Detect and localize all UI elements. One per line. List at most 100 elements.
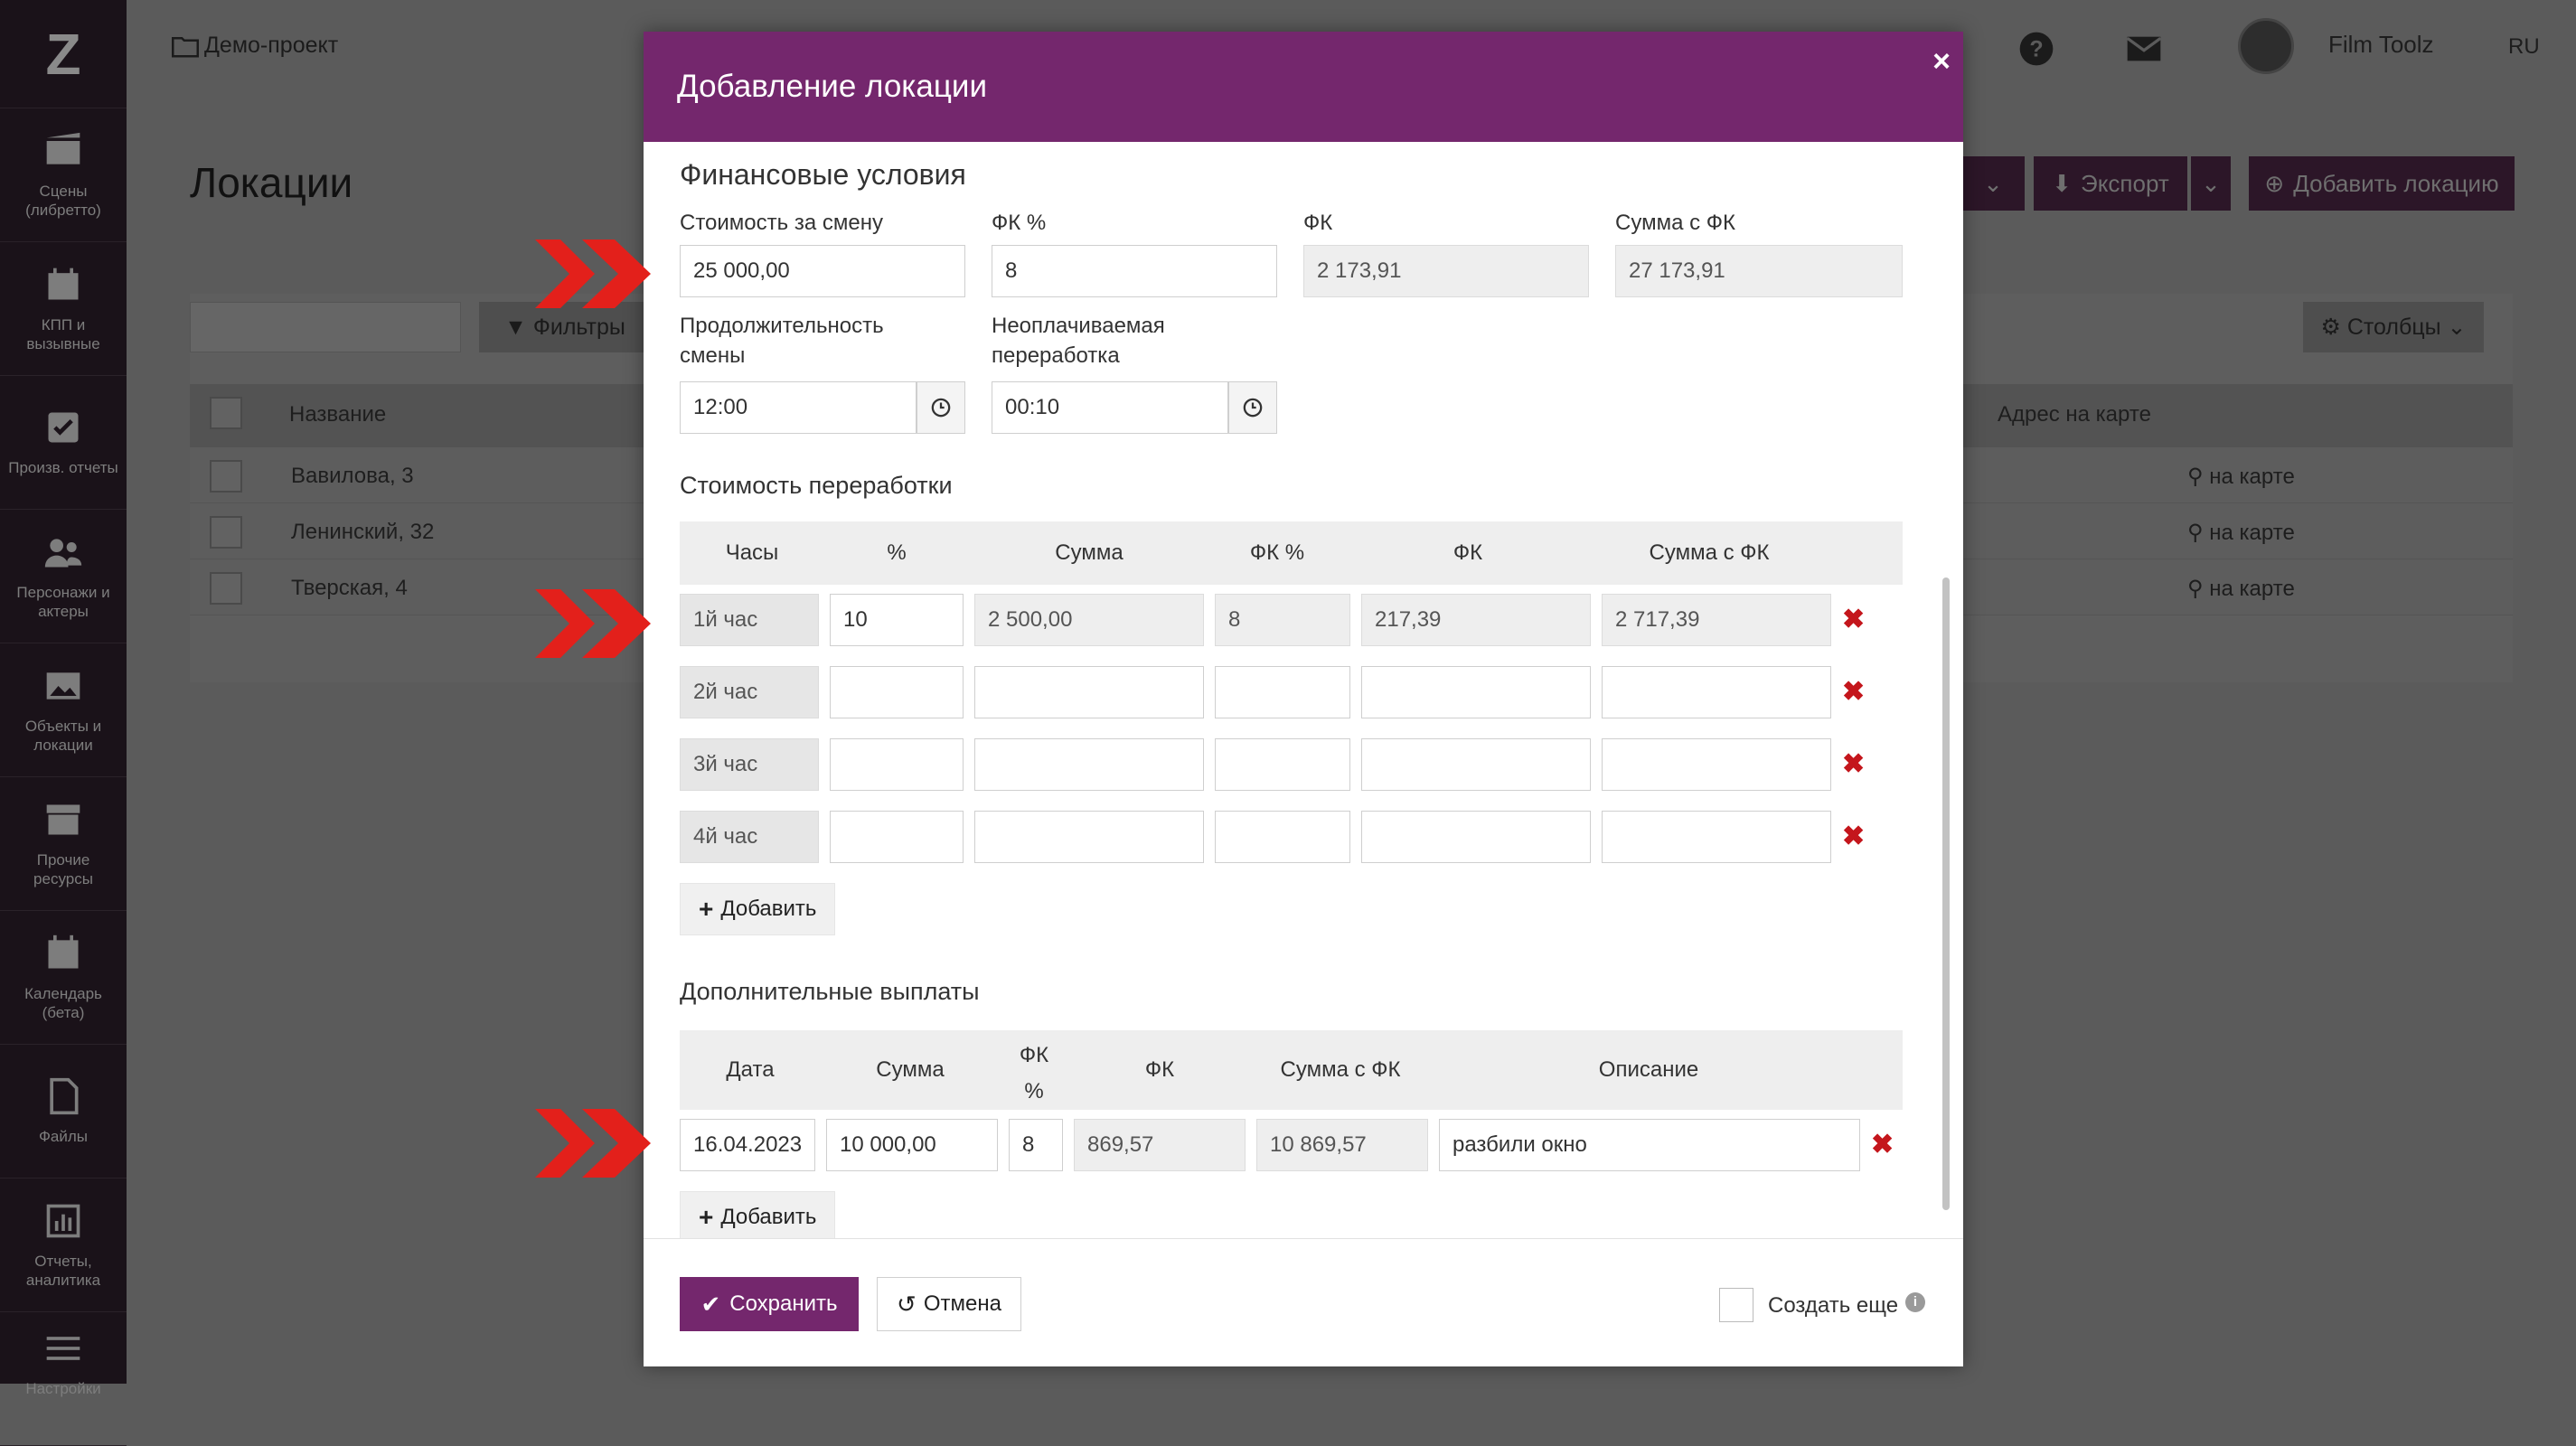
header-fk: ФК	[1453, 540, 1483, 565]
header-name[interactable]: Название	[289, 402, 386, 427]
overtime-sum-fk-field[interactable]	[1602, 666, 1831, 718]
fk-percent-input[interactable]: 8	[992, 245, 1277, 297]
fk-percent-label: ФК %	[992, 211, 1047, 235]
export-dropdown-button[interactable]: ⌄	[2191, 156, 2231, 211]
delete-row-icon[interactable]: ✖	[1842, 679, 1865, 706]
row-checkbox[interactable]	[210, 460, 242, 493]
folder-icon	[172, 36, 199, 57]
dropdown-button[interactable]: ⌄	[1961, 156, 2025, 211]
create-more-checkbox[interactable]	[1719, 1288, 1753, 1322]
help-icon[interactable]: ?	[2018, 31, 2054, 67]
duration-input[interactable]: 12:00	[680, 381, 917, 434]
plus-circle-icon: ⊕	[2264, 169, 2285, 197]
extra-description-input[interactable]: разбили окно	[1439, 1119, 1860, 1171]
overtime-percent-input[interactable]: 10	[830, 594, 964, 646]
duration-label: Продолжительность смены	[680, 314, 884, 368]
header-fk-percent: ФК %	[1249, 540, 1305, 565]
overtime-fk-field[interactable]	[1361, 738, 1591, 791]
overtime-sum-field[interactable]	[974, 811, 1204, 863]
unpaid-overtime-label: Неоплачиваемая переработка	[992, 314, 1165, 368]
nav-kpp[interactable]: КПП и вызывные	[0, 242, 127, 376]
unpaid-clock-button[interactable]	[1228, 381, 1277, 434]
overtime-sum-fk-field[interactable]	[1602, 738, 1831, 791]
add-payment-button[interactable]: + Добавить	[680, 1191, 836, 1238]
overtime-sum-field[interactable]	[974, 738, 1204, 791]
hour-label: 1й час	[680, 594, 819, 646]
overtime-sum-fk-field[interactable]	[1602, 811, 1831, 863]
save-button[interactable]: ✔ Сохранить	[680, 1277, 859, 1331]
overtime-percent-input[interactable]	[830, 738, 964, 791]
mail-icon[interactable]	[2126, 31, 2162, 67]
filter-button[interactable]: ▼ Фильтры	[479, 302, 651, 352]
row-name: Ленинский, 32	[291, 520, 435, 544]
overtime-table-header: Часы % Сумма ФК % ФК Сумма с ФК	[680, 521, 1903, 585]
delete-row-icon[interactable]: ✖	[1842, 823, 1865, 850]
header-hours: Часы	[725, 540, 779, 565]
add-overtime-button[interactable]: + Добавить	[680, 883, 836, 935]
overtime-fk-percent-field[interactable]	[1215, 811, 1350, 863]
nav-characters[interactable]: Персонажи и актеры	[0, 510, 127, 643]
header-date: Дата	[726, 1057, 775, 1082]
nav-scenes[interactable]: Сцены (либретто)	[0, 108, 127, 242]
search-input[interactable]	[190, 302, 461, 352]
fk-label: ФК	[1303, 211, 1333, 235]
nav-resources[interactable]: Прочие ресурсы	[0, 777, 127, 911]
unpaid-overtime-input[interactable]: 00:10	[992, 381, 1228, 434]
nav-analytics[interactable]: Отчеты, аналитика	[0, 1178, 127, 1312]
overtime-percent-input[interactable]	[830, 811, 964, 863]
sliders-icon	[46, 1337, 80, 1360]
overtime-fk-field[interactable]	[1361, 666, 1591, 718]
overtime-sum-field[interactable]	[974, 666, 1204, 718]
shift-cost-input[interactable]: 25 000,00	[680, 245, 965, 297]
annotation-arrow-icon	[535, 1109, 651, 1178]
overtime-percent-input[interactable]	[830, 666, 964, 718]
extra-sum-input[interactable]: 10 000,00	[826, 1119, 998, 1171]
extra-fk-percent-input[interactable]: 8	[1009, 1119, 1063, 1171]
clock-icon	[1243, 398, 1263, 418]
avatar[interactable]	[2238, 18, 2294, 74]
overtime-fk-percent-field[interactable]	[1215, 738, 1350, 791]
header-fk-percent: ФК %	[1019, 1043, 1049, 1103]
delete-row-icon[interactable]: ✖	[1842, 751, 1865, 778]
checkbox-icon	[48, 412, 79, 443]
clock-icon	[931, 398, 951, 418]
header-address[interactable]: Адрес на карте	[1998, 402, 2151, 427]
svg-text:?: ?	[2029, 36, 2043, 61]
cancel-button[interactable]: ↺ Отмена	[877, 1277, 1021, 1331]
duration-clock-button[interactable]	[917, 381, 965, 434]
language-switch[interactable]: RU	[2508, 34, 2540, 60]
scrollbar-thumb[interactable]	[1942, 577, 1950, 1210]
sum-fk-value-field: 27 173,91	[1615, 245, 1903, 297]
nav-calendar[interactable]: Календарь (бета)	[0, 911, 127, 1045]
row-checkbox[interactable]	[210, 516, 242, 549]
app-logo[interactable]: Z	[0, 0, 127, 108]
plus-icon: +	[699, 1203, 714, 1231]
overtime-fk-percent-field[interactable]	[1215, 666, 1350, 718]
map-link[interactable]: ⚲ на карте	[2187, 576, 2295, 602]
select-all-checkbox[interactable]	[210, 397, 242, 429]
overtime-fk-field[interactable]	[1361, 811, 1591, 863]
add-location-button[interactable]: ⊕ Добавить локацию	[2249, 156, 2515, 211]
nav-files[interactable]: Файлы	[0, 1045, 127, 1178]
info-icon[interactable]: i	[1905, 1292, 1925, 1312]
delete-payment-icon[interactable]: ✖	[1871, 1131, 1894, 1159]
sum-fk-label: Сумма с ФК	[1615, 211, 1735, 235]
user-name[interactable]: Film Toolz	[2328, 31, 2434, 59]
nav-settings[interactable]: Настройки	[0, 1312, 127, 1446]
map-link[interactable]: ⚲ на карте	[2187, 464, 2295, 490]
columns-button[interactable]: ⚙ Столбцы ⌄	[2303, 302, 2484, 352]
create-more-label[interactable]: Создать еще	[1768, 1293, 1898, 1319]
calendar-grid-icon	[48, 934, 79, 968]
delete-row-icon[interactable]: ✖	[1842, 606, 1865, 634]
export-button[interactable]: ⬇ Экспорт	[2034, 156, 2187, 211]
close-icon[interactable]: ×	[1932, 44, 1951, 80]
project-breadcrumb[interactable]: Демо-проект	[172, 33, 338, 59]
nav-objects[interactable]: Объекты и локации	[0, 643, 127, 777]
extra-date-input[interactable]: 16.04.2023	[680, 1119, 815, 1171]
calendar-icon	[48, 268, 79, 299]
page-title: Локации	[190, 159, 353, 206]
shift-cost-label: Стоимость за смену	[680, 211, 883, 235]
row-checkbox[interactable]	[210, 572, 242, 605]
nav-reports[interactable]: Произв. отчеты	[0, 376, 127, 510]
map-link[interactable]: ⚲ на карте	[2187, 520, 2295, 546]
